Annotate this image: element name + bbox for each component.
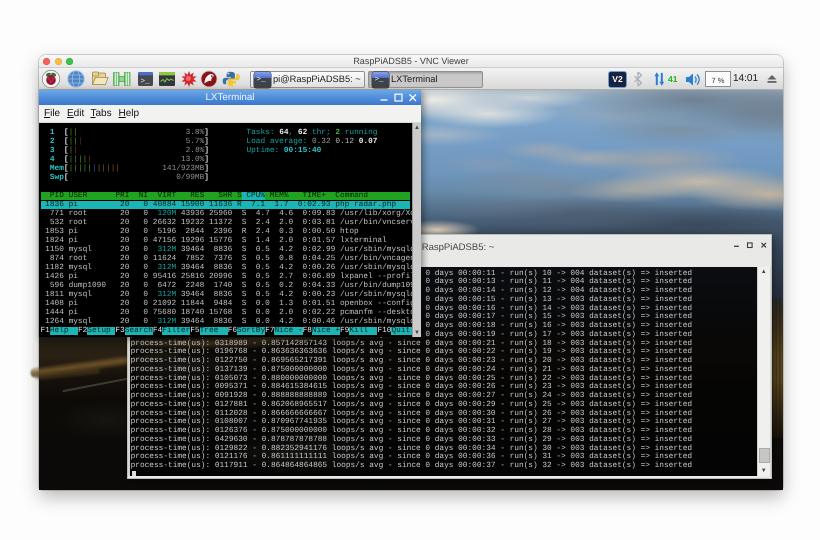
svg-text:>_: >_	[141, 78, 151, 86]
